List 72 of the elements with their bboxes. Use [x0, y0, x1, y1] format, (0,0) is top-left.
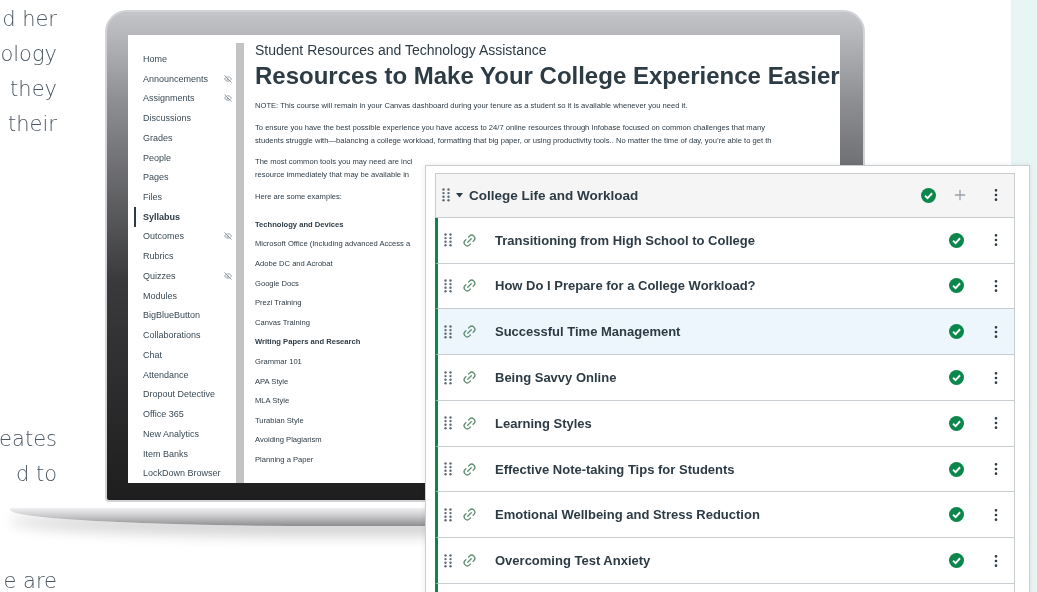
check-circle-icon[interactable]: [921, 187, 936, 203]
paragraph-fragment: ology: [0, 41, 57, 68]
nav-link[interactable]: Grades: [134, 127, 236, 148]
paragraph-fragment: their: [8, 111, 57, 138]
drag-handle-icon[interactable]: [444, 553, 452, 568]
module-item[interactable]: Overcoming Test Anxiety: [435, 538, 1015, 585]
module-item-title: Learning Styles: [495, 415, 592, 431]
module-item[interactable]: Effective Note-taking Tips for Students: [435, 446, 1015, 493]
module-item-title: Transitioning from High School to College: [495, 232, 755, 248]
module-item-title: Emotional Wellbeing and Stress Reduction: [495, 507, 760, 523]
module-header[interactable]: College Life and Workload: [435, 173, 1015, 218]
drag-handle-icon[interactable]: [444, 278, 452, 293]
module-item-title: Successful Time Management: [495, 324, 681, 340]
nav-link[interactable]: Attendance: [134, 364, 236, 385]
nav-link[interactable]: Home: [134, 49, 236, 69]
check-circle-icon[interactable]: [949, 507, 964, 523]
nav-link[interactable]: Announcements: [134, 68, 236, 89]
paragraph-fragment: d her: [2, 6, 57, 33]
nav-link[interactable]: People: [134, 147, 236, 168]
drag-handle-icon[interactable]: [442, 188, 450, 203]
eye-off-icon: [224, 232, 232, 241]
drag-handle-icon[interactable]: [444, 462, 452, 477]
nav-link[interactable]: Item Banks: [134, 443, 236, 464]
eye-off-icon: [224, 74, 232, 83]
eye-off-icon: [224, 94, 232, 103]
module-item-title: Overcoming Test Anxiety: [495, 553, 651, 569]
page-subtitle: Student Resources and Technology Assistance: [255, 42, 548, 58]
eye-off-icon: [224, 271, 232, 280]
paragraph-fragment: e are: [3, 568, 57, 592]
check-circle-icon[interactable]: [949, 461, 964, 477]
nav-link[interactable]: Office 365: [134, 404, 236, 424]
drag-handle-icon[interactable]: [444, 370, 452, 385]
page-title: Resources to Make Your College Experience Easier: [255, 62, 840, 90]
module-item-title: Being Savvy Online: [495, 370, 617, 386]
nav-link[interactable]: LockDown Browser: [134, 463, 236, 483]
module-item[interactable]: Being Savvy Online: [435, 355, 1015, 401]
module-item-title: How Do I Prepare for a College Workload?: [495, 278, 756, 294]
nav-link[interactable]: Dropout Detective: [134, 384, 236, 405]
paragraph-fragment: they: [10, 76, 57, 103]
drag-handle-icon[interactable]: [444, 233, 452, 248]
nav-link[interactable]: Pages: [134, 167, 236, 188]
drag-handle-icon[interactable]: [444, 507, 452, 522]
nav-link[interactable]: New Analytics: [134, 423, 236, 444]
paragraph-fragment: d to: [15, 461, 57, 488]
nav-link[interactable]: Files: [134, 187, 236, 207]
scrollbar[interactable]: [236, 43, 244, 483]
check-circle-icon[interactable]: [949, 553, 964, 569]
nav-link[interactable]: Rubrics: [134, 246, 236, 267]
check-circle-icon[interactable]: [949, 415, 964, 431]
nav-link[interactable]: Discussions: [134, 108, 236, 128]
module-item[interactable]: Emotional Wellbeing and Stress Reduction: [435, 492, 1015, 539]
check-circle-icon[interactable]: [949, 278, 964, 294]
module-title: College Life and Workload: [469, 187, 639, 203]
nav-link[interactable]: Assignments: [134, 88, 236, 109]
nav-link[interactable]: BigBlueButton: [134, 305, 236, 326]
check-circle-icon[interactable]: [949, 370, 964, 386]
nav-link[interactable]: Modules: [134, 285, 236, 306]
drag-handle-icon[interactable]: [444, 416, 452, 431]
module-item[interactable]: Successful Time Management: [435, 309, 1015, 356]
caret-icon[interactable]: [456, 192, 463, 199]
drag-handle-icon[interactable]: [444, 324, 452, 339]
module-item[interactable]: Learning Styles: [435, 400, 1015, 447]
check-circle-icon[interactable]: [949, 324, 964, 340]
paragraph-fragment: eates: [0, 426, 57, 453]
nav-link[interactable]: Quizzes: [134, 266, 236, 286]
nav-link[interactable]: Collaborations: [134, 325, 236, 345]
nav-link[interactable]: Chat: [134, 345, 236, 365]
module-item[interactable]: Transitioning from High School to College: [435, 217, 1015, 264]
check-circle-icon[interactable]: [949, 232, 964, 248]
module-item-title: Effective Note-taking Tips for Students: [495, 461, 735, 477]
nav-link[interactable]: Outcomes: [134, 226, 236, 247]
module-item[interactable]: How Do I Prepare for a College Workload?: [435, 263, 1015, 310]
